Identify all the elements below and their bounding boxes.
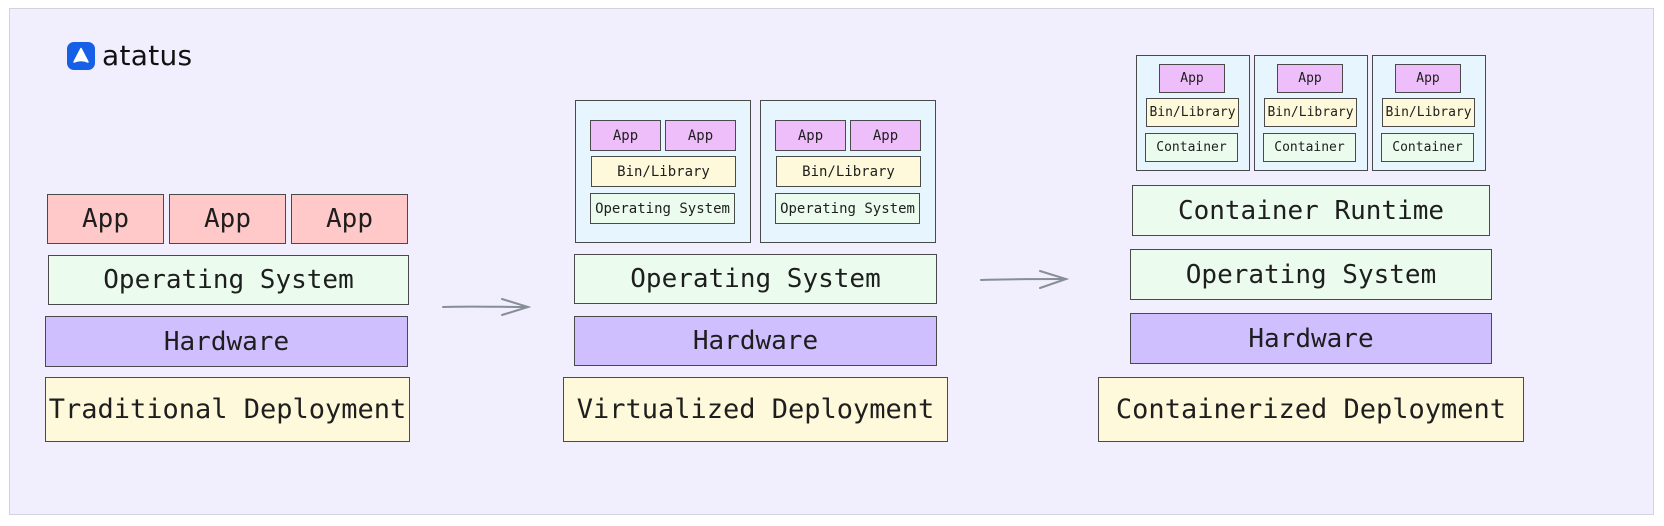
app-box: App	[1159, 64, 1225, 93]
bin-library-box: Bin/Library	[591, 156, 736, 187]
arrow-icon	[442, 298, 532, 316]
bin-library-box: Bin/Library	[1382, 98, 1475, 127]
app-box: App	[291, 194, 408, 244]
hardware-layer: Hardware	[574, 316, 937, 366]
hardware-layer: Hardware	[1130, 313, 1492, 364]
app-box: App	[590, 120, 661, 151]
guest-os-box: Operating System	[590, 193, 735, 224]
bin-library-box: Bin/Library	[1264, 98, 1357, 127]
app-box: App	[1277, 64, 1343, 93]
hardware-layer: Hardware	[45, 316, 408, 367]
operating-system-layer: Operating System	[574, 254, 937, 304]
app-box: App	[775, 120, 846, 151]
app-box: App	[665, 120, 736, 151]
app-box: App	[169, 194, 286, 244]
deployment-label: Traditional Deployment	[45, 377, 410, 442]
app-box: App	[1395, 64, 1461, 93]
bin-library-box: Bin/Library	[776, 156, 921, 187]
brand-name: atatus	[102, 39, 193, 72]
deployment-label: Containerized Deployment	[1098, 377, 1524, 442]
container-runtime-layer: Container Runtime	[1132, 185, 1490, 236]
guest-os-box: Operating System	[775, 193, 920, 224]
brand-logo: atatus	[67, 42, 192, 70]
container-label-box: Container	[1263, 133, 1356, 162]
operating-system-layer: Operating System	[1130, 249, 1492, 300]
container-label-box: Container	[1381, 133, 1474, 162]
deployment-label: Virtualized Deployment	[563, 377, 948, 442]
container-label-box: Container	[1145, 133, 1238, 162]
operating-system-layer: Operating System	[48, 255, 409, 305]
bin-library-box: Bin/Library	[1146, 98, 1239, 127]
atatus-logo-icon	[67, 42, 95, 70]
app-box: App	[47, 194, 164, 244]
arrow-icon	[980, 270, 1070, 289]
app-box: App	[850, 120, 921, 151]
